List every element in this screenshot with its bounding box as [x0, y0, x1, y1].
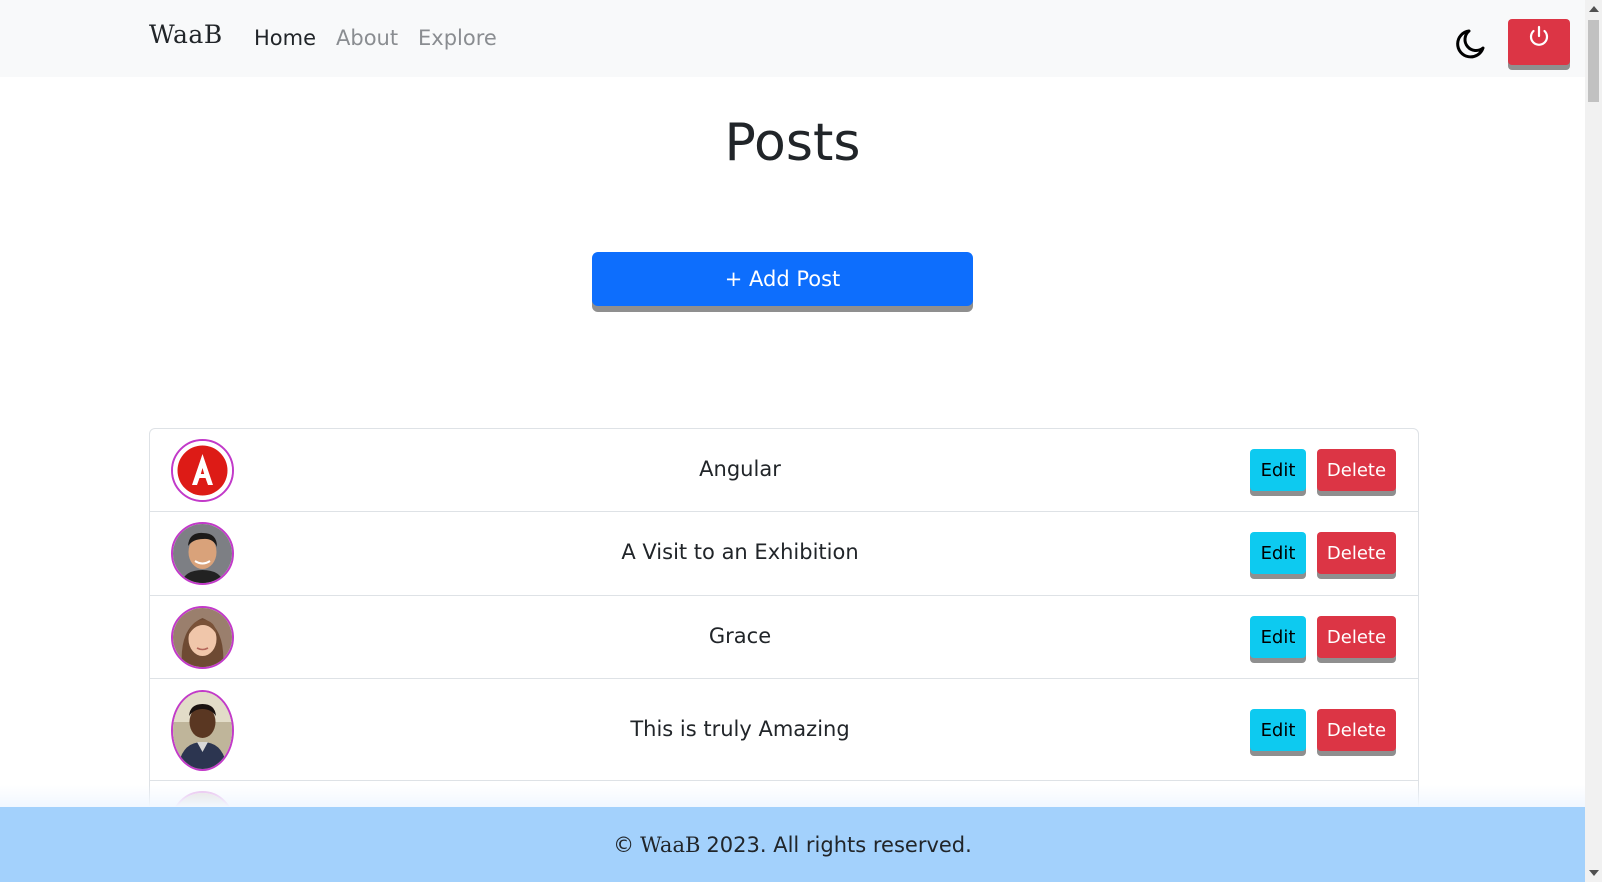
- moon-icon[interactable]: [1453, 27, 1487, 61]
- brand-logo[interactable]: WaaB: [149, 20, 223, 49]
- edit-button[interactable]: Edit: [1250, 449, 1306, 491]
- post-list: Angular Edit Delete A Visit to an Exhibi…: [149, 428, 1419, 842]
- scroll-up-arrow-icon[interactable]: [1589, 6, 1599, 12]
- list-item: This is truly Amazing Edit Delete: [150, 679, 1418, 781]
- scroll-down-arrow-icon[interactable]: [1589, 870, 1599, 876]
- footer-fade: [0, 785, 1585, 807]
- list-item: Grace Edit Delete: [150, 596, 1418, 679]
- scrollbar[interactable]: [1585, 0, 1602, 882]
- logout-button[interactable]: [1508, 19, 1570, 65]
- delete-button[interactable]: Delete: [1317, 616, 1396, 658]
- delete-button[interactable]: Delete: [1317, 709, 1396, 751]
- edit-button[interactable]: Edit: [1250, 532, 1306, 574]
- navbar: WaaB Home About Explore: [0, 0, 1585, 77]
- list-item: Angular Edit Delete: [150, 429, 1418, 512]
- copyright-symbol: ©: [613, 832, 635, 857]
- edit-button[interactable]: Edit: [1250, 709, 1306, 751]
- post-title: Grace: [708, 624, 772, 648]
- nav-link-home[interactable]: Home: [254, 26, 316, 50]
- post-title: This is truly Amazing: [630, 717, 850, 741]
- post-title: A Visit to an Exhibition: [621, 540, 859, 564]
- page-title: Posts: [724, 113, 861, 173]
- add-post-button[interactable]: + Add Post: [592, 252, 973, 306]
- edit-button[interactable]: Edit: [1250, 616, 1306, 658]
- list-item: A Visit to an Exhibition Edit Delete: [150, 512, 1418, 596]
- post-title: Angular: [699, 457, 781, 481]
- footer: © WaaB 2023. All rights reserved.: [0, 807, 1585, 882]
- delete-button[interactable]: Delete: [1317, 449, 1396, 491]
- nav-link-about[interactable]: About: [336, 26, 398, 50]
- footer-brand: WaaB: [640, 832, 701, 857]
- footer-text: 2023. All rights reserved.: [706, 832, 972, 857]
- delete-button[interactable]: Delete: [1317, 532, 1396, 574]
- power-icon: [1529, 25, 1549, 46]
- nav-link-explore[interactable]: Explore: [418, 26, 497, 50]
- scroll-thumb[interactable]: [1588, 20, 1599, 102]
